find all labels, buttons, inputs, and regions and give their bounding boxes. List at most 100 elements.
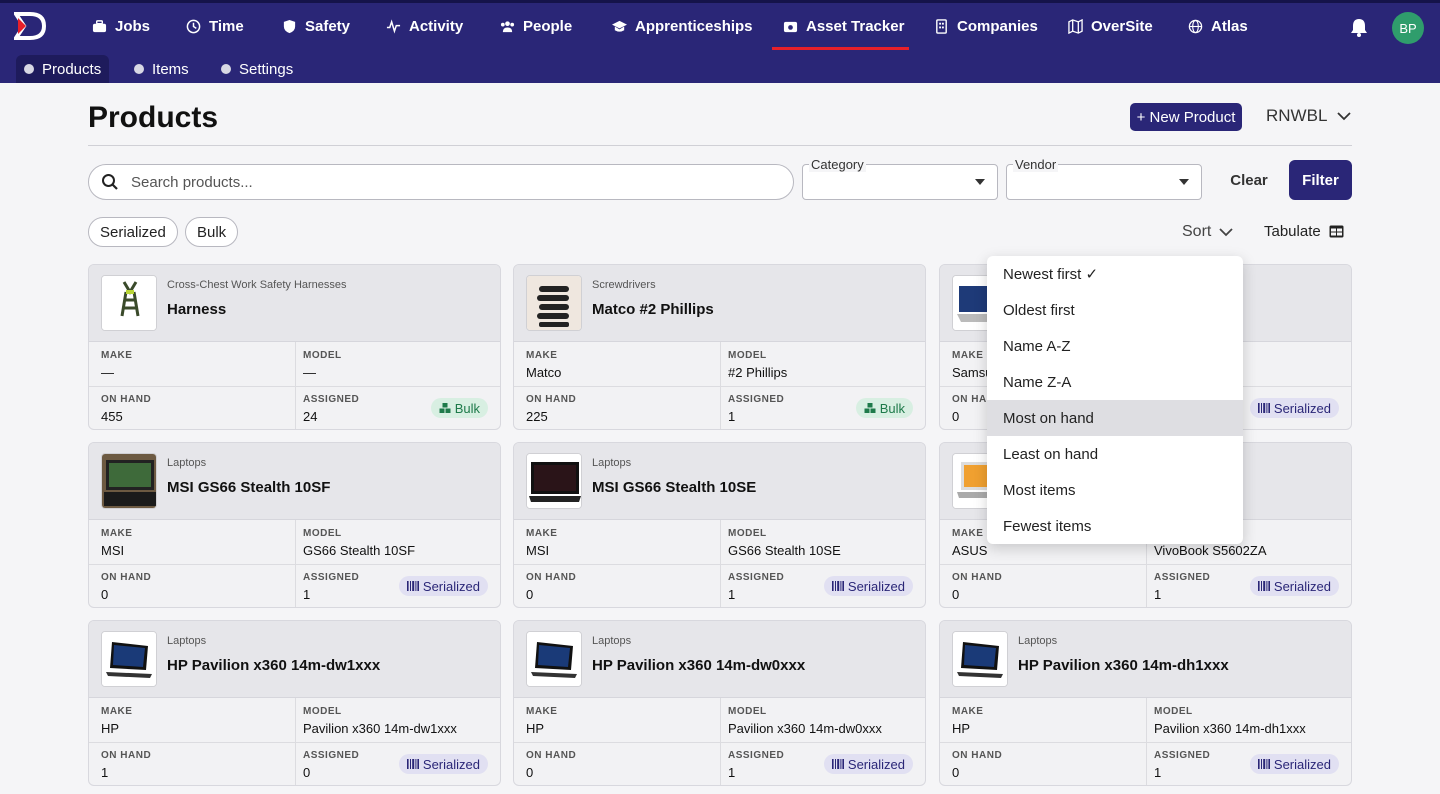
product-card[interactable]: Laptops HP Pavilion x360 14m-dh1xxx MAKE HP… <box>939 620 1352 786</box>
category-select-label: Category <box>809 157 866 172</box>
sort-option-least-on-hand[interactable]: Least on hand <box>987 436 1243 472</box>
people-icon <box>500 21 515 33</box>
model-label: MODEL <box>303 350 342 361</box>
nav-atlas[interactable]: Atlas <box>1188 3 1248 50</box>
card-divider <box>514 386 925 387</box>
org-select[interactable]: RNWBL <box>1266 106 1352 126</box>
product-name[interactable]: MSI GS66 Stealth 10SF <box>167 479 330 496</box>
assigned-value: 1 <box>728 765 736 780</box>
model-value: — <box>303 365 316 380</box>
filter-button[interactable]: Filter <box>1289 160 1352 200</box>
clear-button[interactable]: Clear <box>1220 164 1278 196</box>
sort-option-newest[interactable]: Newest first ✓ <box>987 256 1243 292</box>
barcode-icon <box>406 581 419 591</box>
make-label: MAKE <box>526 350 558 361</box>
top-nav-bar: Jobs Time Safety Activity People Apprent… <box>0 0 1440 50</box>
bell-icon[interactable] <box>1349 17 1369 37</box>
chip-serialized[interactable]: Serialized <box>88 217 178 247</box>
on-hand-value: 0 <box>952 765 960 780</box>
sort-option-oldest[interactable]: Oldest first <box>987 292 1243 328</box>
chevron-down-icon <box>1337 112 1352 121</box>
product-card[interactable]: Laptops MSI GS66 Stealth 10SF MAKE MSI MODEL… <box>88 442 501 608</box>
make-value: Matco <box>526 365 562 380</box>
make-value: ASUS <box>952 543 988 558</box>
card-header: Screwdrivers Matco #2 Phillips <box>514 265 925 342</box>
subnav-settings[interactable]: Settings <box>213 55 301 83</box>
subnav-products-label: Products <box>42 60 102 78</box>
graduation-cap-icon <box>612 20 627 32</box>
avatar[interactable]: BP <box>1392 12 1424 44</box>
product-category: Laptops <box>167 635 207 647</box>
nav-time[interactable]: Time <box>186 3 244 50</box>
product-card[interactable]: Cross-Chest Work Safety Harnesses Harness… <box>88 264 501 430</box>
sort-button[interactable]: Sort <box>1182 223 1233 241</box>
tabulate-button[interactable]: Tabulate <box>1264 223 1344 240</box>
product-name[interactable]: Matco #2 Phillips <box>592 301 714 318</box>
nav-asset-tracker-label: Asset Tracker <box>806 18 905 35</box>
category-select[interactable]: Category <box>802 157 998 200</box>
model-label: MODEL <box>1154 706 1193 717</box>
assigned-value: 1 <box>1154 587 1162 602</box>
product-thumbnail <box>101 453 157 509</box>
product-category: Laptops <box>592 635 632 647</box>
nav-apprenticeships[interactable]: Apprenticeships <box>612 3 753 50</box>
assigned-value: 1 <box>1154 765 1162 780</box>
make-label: MAKE <box>952 350 984 361</box>
type-badge-label: Bulk <box>454 400 480 416</box>
nav-activity[interactable]: Activity <box>386 3 463 50</box>
app-logo[interactable] <box>14 12 50 40</box>
search-input[interactable] <box>131 173 731 191</box>
product-name[interactable]: HP Pavilion x360 14m-dw0xxx <box>592 657 805 674</box>
nav-asset-tracker[interactable]: Asset Tracker <box>783 3 904 50</box>
product-name[interactable]: Harness <box>167 301 226 318</box>
product-name[interactable]: HP Pavilion x360 14m-dh1xxx <box>1018 657 1229 674</box>
make-label: MAKE <box>101 706 133 717</box>
barcode-icon <box>831 759 844 769</box>
type-badge-label: Serialized <box>1273 756 1331 772</box>
type-badge-label: Bulk <box>879 400 905 416</box>
subnav-products[interactable]: Products <box>16 55 110 83</box>
on-hand-label: ON HAND <box>526 572 577 583</box>
nav-companies-label: Companies <box>957 18 1038 35</box>
product-card[interactable]: Laptops HP Pavilion x360 14m-dw0xxx MAKE HP… <box>513 620 926 786</box>
subnav-items[interactable]: Items <box>126 55 197 83</box>
nav-people[interactable]: People <box>500 3 572 50</box>
camera-box-icon <box>783 21 798 33</box>
sort-option-name-asc[interactable]: Name A-Z <box>987 328 1243 364</box>
on-hand-value: 0 <box>952 409 960 424</box>
vendor-select-label: Vendor <box>1013 157 1059 172</box>
on-hand-value: 225 <box>526 409 548 424</box>
sort-option-fewest-items[interactable]: Fewest items <box>987 508 1243 544</box>
nav-companies[interactable]: Companies <box>934 3 1038 50</box>
product-card[interactable]: Screwdrivers Matco #2 Phillips MAKE Matco MO… <box>513 264 926 430</box>
type-badge: Serialized <box>398 576 488 596</box>
type-badge: Serialized <box>1249 576 1339 596</box>
vendor-select[interactable]: Vendor <box>1006 157 1202 200</box>
sort-option-most-on-hand[interactable]: Most on hand <box>987 400 1243 436</box>
map-icon <box>1068 19 1083 34</box>
type-badge: Serialized <box>398 754 488 774</box>
product-thumbnail <box>526 453 582 509</box>
on-hand-value: 1 <box>101 765 109 780</box>
product-name[interactable]: HP Pavilion x360 14m-dw1xxx <box>167 657 380 674</box>
dot-icon <box>134 64 144 74</box>
type-badge-label: Serialized <box>1273 400 1331 416</box>
nav-safety[interactable]: Safety <box>282 3 350 50</box>
model-value: Pavilion x360 14m-dw1xxx <box>303 721 457 736</box>
product-thumbnail <box>526 275 582 331</box>
product-card[interactable]: Laptops HP Pavilion x360 14m-dw1xxx MAKE HP… <box>88 620 501 786</box>
make-value: MSI <box>526 543 550 558</box>
product-card[interactable]: Laptops MSI GS66 Stealth 10SE MAKE MSI MODEL… <box>513 442 926 608</box>
assigned-label: ASSIGNED <box>728 572 785 583</box>
product-name[interactable]: MSI GS66 Stealth 10SE <box>592 479 756 496</box>
sort-option-name-desc[interactable]: Name Z-A <box>987 364 1243 400</box>
new-product-button[interactable]: + New Product <box>1130 103 1242 131</box>
type-badge: Serialized <box>1249 398 1339 418</box>
sort-option-most-items[interactable]: Most items <box>987 472 1243 508</box>
card-divider <box>940 564 1351 565</box>
chip-bulk[interactable]: Bulk <box>185 217 239 247</box>
nav-oversite[interactable]: OverSite <box>1068 3 1153 50</box>
make-value: HP <box>952 721 971 736</box>
model-value: GS66 Stealth 10SE <box>728 543 841 558</box>
nav-jobs[interactable]: Jobs <box>92 3 150 50</box>
